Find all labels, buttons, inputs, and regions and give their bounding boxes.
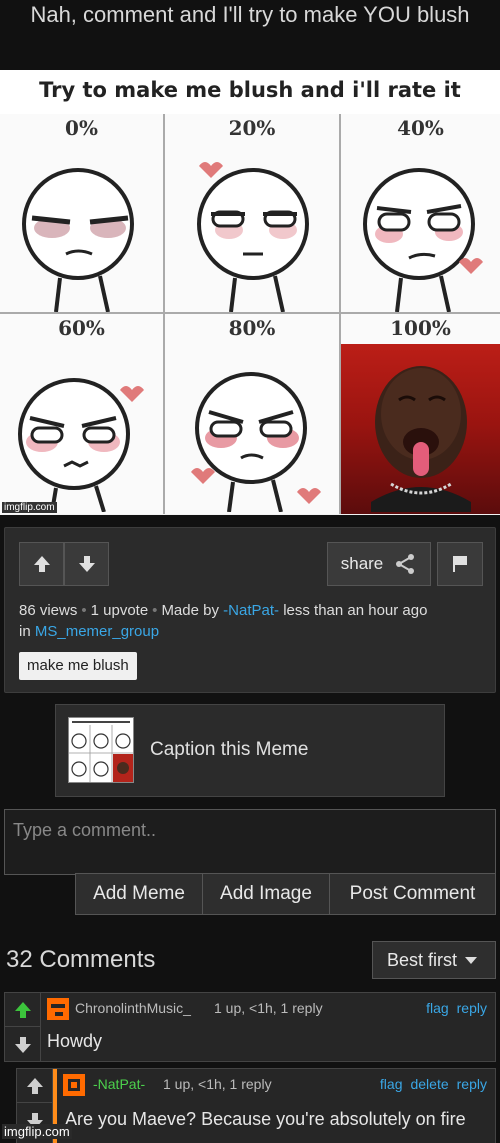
avatar[interactable] [47,998,69,1020]
arrow-up-icon [27,1077,43,1094]
vote-group [19,542,109,586]
meme-cell-0: 0% [0,114,165,314]
avatar[interactable] [63,1074,85,1096]
comment-links: flag delete reply [380,1076,487,1092]
imgflip-footer-watermark: imgflip.com [2,1124,72,1139]
comments-count: 32 Comments [6,946,156,973]
meme-cell-pct: 40% [397,116,444,140]
meme-cell-4: 80% [165,314,341,514]
caption-this-meme-label: Caption this Meme [150,739,309,760]
stick-face-drawing [18,378,144,512]
upvote-button[interactable] [19,542,64,586]
meme-cell-pct: 60% [58,316,105,340]
meme-header-text: Try to make me blush and i'll rate it [39,78,461,102]
meme-cell-2: 40% [341,114,500,314]
comment-downvote-button[interactable] [5,1028,41,1062]
comment-delete-link[interactable]: delete [410,1076,448,1092]
author-link[interactable]: -NatPat- [223,602,279,619]
meme-cell-5: 100% [341,314,500,514]
meme-cell-pct: 100% [341,314,500,344]
arrow-down-icon [15,1037,31,1053]
flag-icon [453,556,467,572]
comment-username[interactable]: -NatPat- [93,1076,145,1092]
stick-face-drawing [22,168,134,312]
sort-select[interactable]: Best first [372,941,496,979]
meme-cell-3: 60% [0,314,165,514]
arrow-up-icon [33,556,50,572]
comment-reply-link[interactable]: reply [457,1076,487,1092]
post-comment-button[interactable]: Post Comment [330,874,495,914]
meme-cell-pct: 20% [228,116,276,140]
comment-input[interactable] [4,809,496,875]
views-count: 86 views [19,602,78,619]
in-prefix: in [19,623,31,640]
comment-stats: 1 up, <1h, 1 reply [163,1076,272,1092]
meme-cell-1: 20% [165,114,341,314]
comment-username[interactable]: ChronolinthMusic_ [75,1000,191,1016]
meme-grid: 0% 20% 40% 60% 80% 100% [0,114,500,514]
chevron-down-icon [465,956,478,964]
caption-thumbnail [68,717,134,783]
meme-meta: 86 views • 1 upvote • Made by -NatPat- less … [19,602,428,640]
comment-actions: Add Meme Add Image Post Comment [75,873,496,915]
imgflip-watermark: imgflip.com [2,502,57,513]
comment-links: flag reply [426,1000,487,1016]
arrow-down-icon [78,556,95,572]
share-icon [396,554,415,574]
meme-cell-pct: 0% [65,116,98,140]
comment-text: Howdy [47,1031,103,1051]
comment-flag-link[interactable]: flag [380,1076,403,1092]
made-by-prefix: Made by [161,602,219,619]
post-time: less than an hour ago [283,602,428,619]
comment-upvote-button[interactable] [5,993,41,1027]
comment-item: ChronolinthMusic_ 1 up, <1h, 1 reply fla… [4,992,496,1062]
comment-stats: 1 up, <1h, 1 reply [214,1000,323,1016]
comment-reply-item: -NatPat- 1 up, <1h, 1 reply flag delete … [16,1068,496,1143]
comment-reply-link[interactable]: reply [457,1000,487,1016]
comment-upvote-button[interactable] [17,1069,53,1103]
post-title: Nah, comment and I'll try to make YOU bl… [30,2,470,27]
comment-flag-link[interactable]: flag [426,1000,449,1016]
arrow-up-icon [15,1001,31,1018]
meme-info-panel: share 86 views • 1 upvote • Made by -NatPat-… [4,527,496,693]
flag-button[interactable] [437,542,483,586]
caption-this-meme-button[interactable]: Caption this Meme [55,704,445,797]
sort-value: Best first [387,949,458,970]
meme-image[interactable]: Try to make me blush and i'll rate it 0%… [0,70,500,515]
meme-thumbnail-drawing [69,718,133,782]
stick-face-drawing [363,168,483,312]
comment-text: Are you Maeve? Because you're absolutely… [65,1109,466,1129]
share-button[interactable]: share [327,542,431,586]
add-image-button[interactable]: Add Image [203,874,330,914]
stick-face-drawing [191,372,321,512]
meme-header: Try to make me blush and i'll rate it [0,70,500,114]
share-label: share [340,554,384,573]
comment-votes [5,993,41,1061]
group-link[interactable]: MS_memer_group [35,623,159,640]
tag-make-me-blush[interactable]: make me blush [19,652,137,680]
upvote-count: 1 upvote [90,602,149,619]
add-meme-button[interactable]: Add Meme [76,874,203,914]
stick-face-drawing [197,162,309,312]
photo-person-drawing [371,366,471,512]
meme-cell-pct: 80% [228,316,276,340]
downvote-button[interactable] [64,542,109,586]
